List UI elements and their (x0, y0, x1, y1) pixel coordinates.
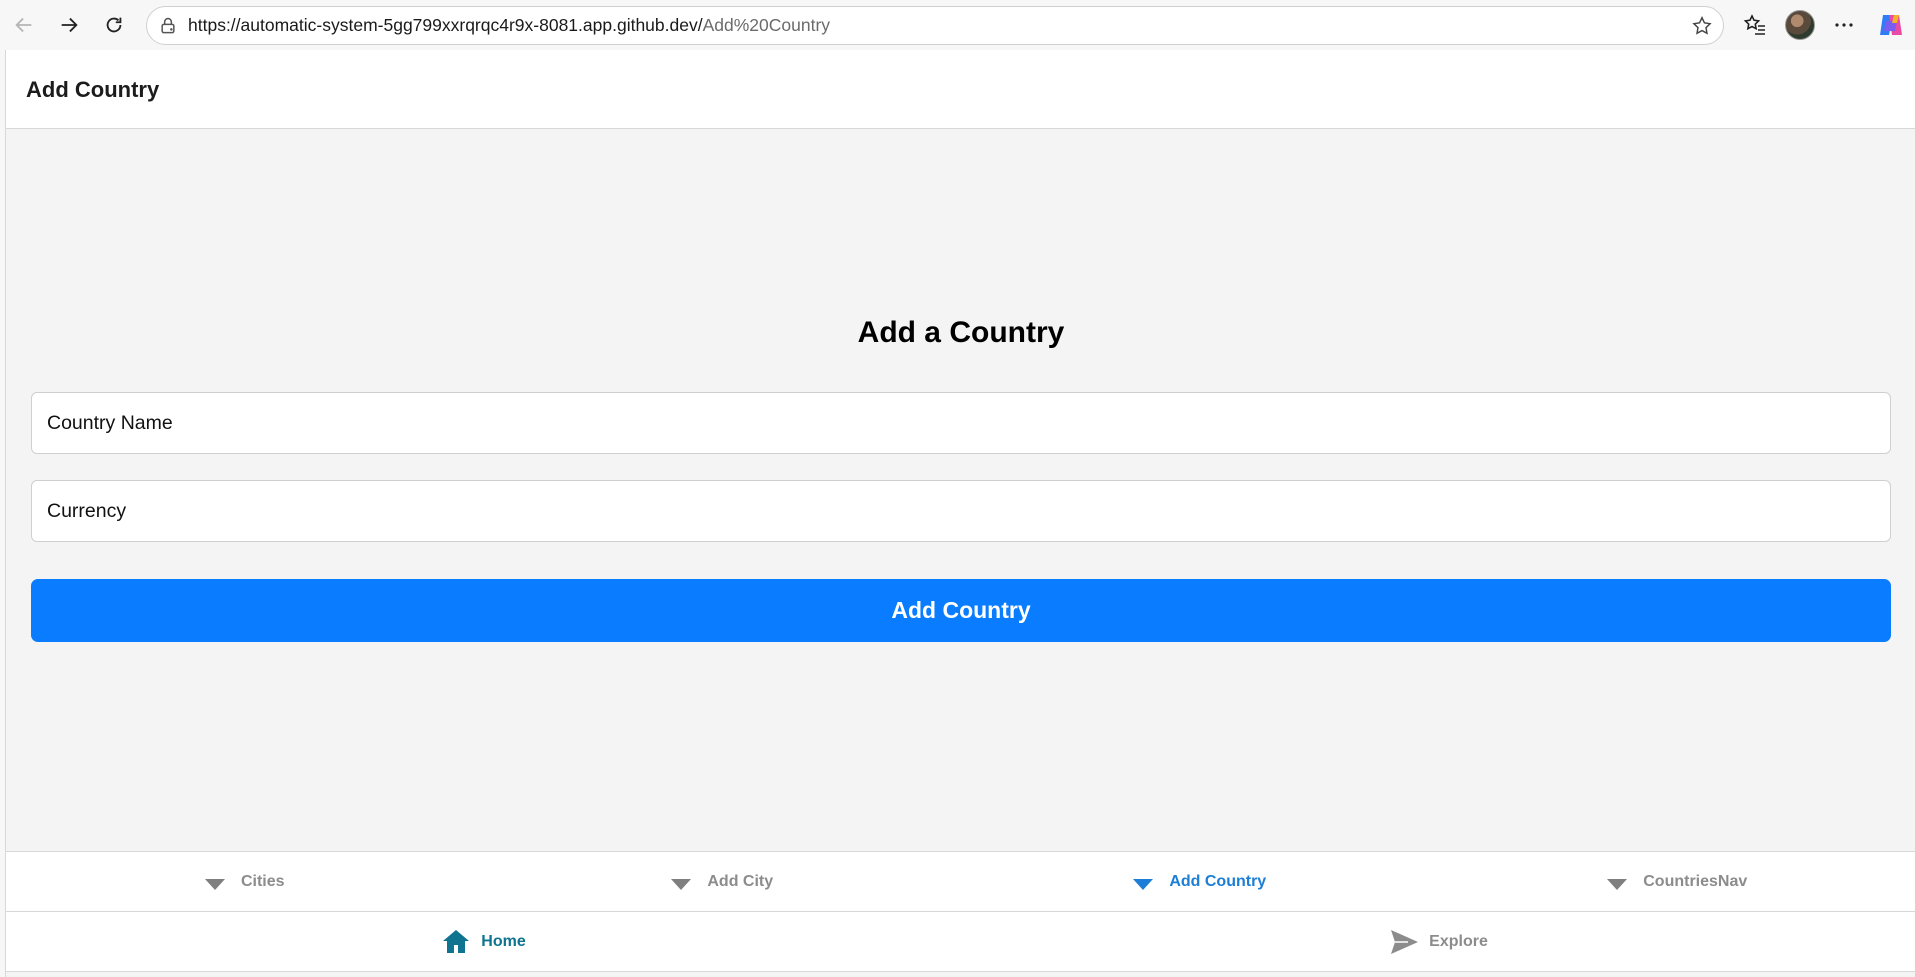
bottom-tab-bar: Home Explore (6, 912, 1915, 972)
forward-button[interactable] (51, 7, 87, 43)
tab-label: Add Country (1169, 872, 1267, 890)
chevron-down-icon (671, 879, 692, 890)
tab-explore[interactable]: Explore (961, 912, 1915, 971)
star-icon[interactable] (1691, 15, 1713, 37)
tab-cities[interactable]: Cities (6, 852, 484, 911)
back-icon (15, 17, 32, 33)
tab-label: Explore (1429, 932, 1488, 950)
country-name-input[interactable] (31, 392, 1891, 454)
more-icon (1835, 23, 1853, 27)
tab-add-country[interactable]: Add Country (961, 852, 1439, 911)
favorites-icon (1743, 14, 1765, 35)
tab-countries-nav[interactable]: CountriesNav (1439, 852, 1915, 911)
tab-home[interactable]: Home (6, 912, 961, 971)
forward-icon (61, 17, 78, 33)
avatar[interactable] (1785, 10, 1815, 40)
url-path: Add%20Country (702, 15, 831, 35)
browser-toolbar: https://automatic-system-5gg799xxrqrqc4r… (0, 0, 1915, 50)
app-viewport: Add Country Add a Country Add Country Ci… (5, 50, 1915, 977)
url-text[interactable]: https://automatic-system-5gg799xxrqrqc4r… (188, 7, 830, 44)
copilot-icon[interactable] (1877, 11, 1905, 39)
address-bar[interactable]: https://automatic-system-5gg799xxrqrqc4r… (146, 6, 1724, 45)
tab-label: Cities (240, 872, 285, 890)
send-icon (1391, 929, 1419, 954)
form-heading: Add a Country (857, 316, 1065, 349)
refresh-button[interactable] (96, 7, 132, 43)
currency-input[interactable] (31, 480, 1891, 542)
chevron-down-icon (1607, 879, 1628, 890)
home-icon (443, 929, 470, 953)
tab-add-city[interactable]: Add City (484, 852, 962, 911)
top-tab-bar: Cities Add City Add Country CountriesNav (6, 851, 1915, 912)
refresh-icon (106, 17, 122, 33)
tab-label: Home (481, 932, 526, 950)
chevron-down-icon (1133, 879, 1154, 890)
url-host: https://automatic-system-5gg799xxrqrqc4r… (188, 15, 703, 35)
add-country-button[interactable]: Add Country (31, 579, 1891, 642)
favorites-button[interactable] (1737, 7, 1773, 43)
app-header: Add Country (6, 50, 1915, 129)
chevron-down-icon (204, 879, 225, 890)
page-title: Add Country (26, 77, 160, 102)
more-button[interactable] (1826, 7, 1862, 43)
tab-label: CountriesNav (1643, 872, 1748, 890)
tab-label: Add City (707, 872, 774, 890)
lock-icon[interactable] (158, 16, 178, 36)
back-button[interactable] (6, 7, 42, 43)
